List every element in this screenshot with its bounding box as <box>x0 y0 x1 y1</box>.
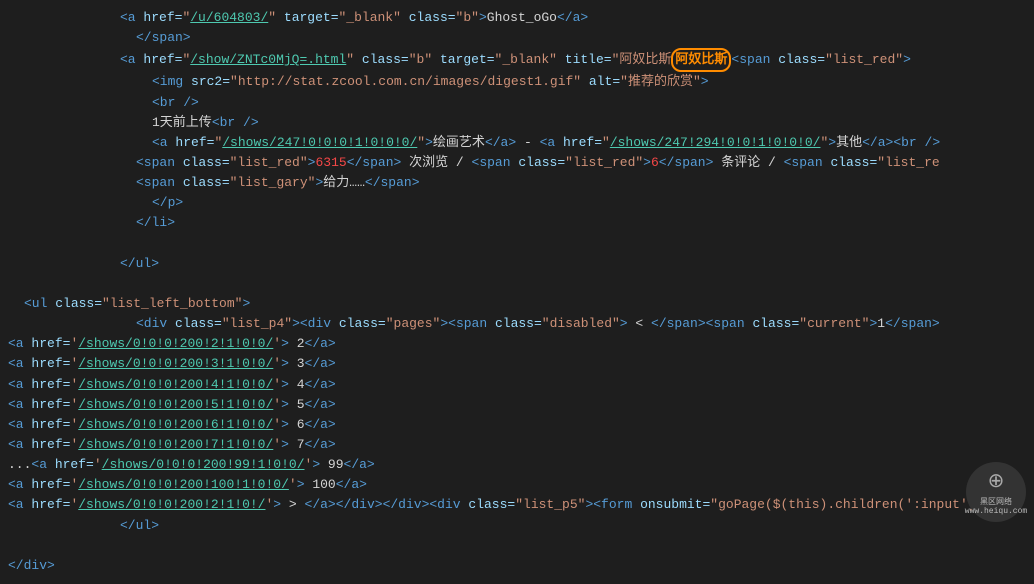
code-line-5: <br /> <box>0 93 1034 113</box>
code-line-15: <a href='/shows/0!0!0!200!2!1!0!0/'> 2</… <box>0 334 1034 354</box>
logo-url: www.heiqu.com <box>965 507 1027 516</box>
code-line-9: <span class="list_gary">给力……</span> <box>0 173 1034 193</box>
code-line-6: 1天前上传<br /> <box>0 113 1034 133</box>
code-line-empty3 <box>0 536 1034 556</box>
code-line-1: <a href="/u/604803/" target="_blank" cla… <box>0 8 1034 28</box>
code-line-21: ...<a href='/shows/0!0!0!200!99!1!0!0/'>… <box>0 455 1034 475</box>
highlight-anubis: 阿奴比斯 <box>671 48 731 72</box>
code-line-22: <a href='/shows/0!0!0!200!100!1!0!0/'> 1… <box>0 475 1034 495</box>
code-line-8: <span class="list_red">6315</span> 次浏览 /… <box>0 153 1034 173</box>
code-line-3: <a href="/show/ZNTc0MjQ=.html" class="b"… <box>0 48 1034 72</box>
logo-icon: ⊕ <box>988 468 1005 494</box>
code-line-14: <div class="list_p4"><div class="pages">… <box>0 314 1034 334</box>
code-line-16: <a href='/shows/0!0!0!200!3!1!0!0/'> 3</… <box>0 354 1034 374</box>
code-line-4: <img src2="http://stat.zcool.com.cn/imag… <box>0 72 1034 92</box>
code-line-13: <ul class="list_left_bottom"> <box>0 294 1034 314</box>
logo-text: 黑区网络 <box>980 496 1012 507</box>
code-line-10: </p> <box>0 193 1034 213</box>
code-line-12: </ul> <box>0 254 1034 274</box>
code-line-7: <a href="/shows/247!0!0!0!1!0!0!0/">绘画艺术… <box>0 133 1034 153</box>
code-line-25: </div> <box>0 556 1034 576</box>
code-line-24: </ul> <box>0 516 1034 536</box>
code-line-19: <a href='/shows/0!0!0!200!6!1!0!0/'> 6</… <box>0 415 1034 435</box>
code-line-20: <a href='/shows/0!0!0!200!7!1!0!0/'> 7</… <box>0 435 1034 455</box>
code-line-11: </li> <box>0 213 1034 233</box>
code-line-17: <a href='/shows/0!0!0!200!4!1!0!0/'> 4</… <box>0 375 1034 395</box>
code-line-empty2 <box>0 274 1034 294</box>
code-display: <a href="/u/604803/" target="_blank" cla… <box>0 0 1034 584</box>
watermark-logo: ⊕ 黑区网络 www.heiqu.com <box>966 462 1026 522</box>
code-line-empty1 <box>0 234 1034 254</box>
code-line-2: </span> <box>0 28 1034 48</box>
code-line-23: <a href='/shows/0!0!0!200!2!1!0!/'> > </… <box>0 495 1034 515</box>
code-line-18: <a href='/shows/0!0!0!200!5!1!0!0/'> 5</… <box>0 395 1034 415</box>
